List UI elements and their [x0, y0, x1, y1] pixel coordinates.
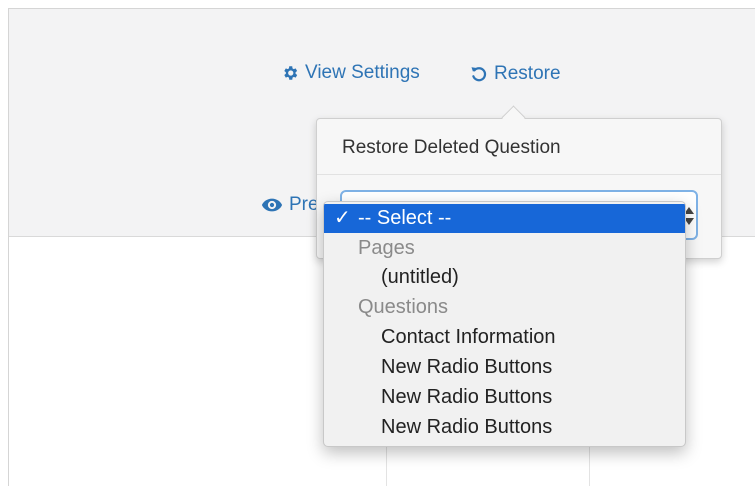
select-option-placeholder[interactable]: ✓ -- Select --: [324, 204, 685, 233]
option-label: New Radio Buttons: [381, 416, 553, 438]
select-option-new-radio-buttons[interactable]: New Radio Buttons: [324, 352, 685, 382]
restore-label: Restore: [494, 63, 561, 84]
select-option-untitled[interactable]: (untitled): [324, 262, 685, 292]
view-settings-link[interactable]: View Settings: [281, 62, 420, 84]
select-option-contact-information[interactable]: Contact Information: [324, 322, 685, 352]
optgroup-pages: Pages: [324, 233, 685, 263]
optgroup-label: Questions: [358, 296, 449, 318]
select-dropdown-menu: ✓ -- Select -- Pages (untitled) Question…: [323, 201, 686, 447]
option-label: Contact Information: [381, 326, 556, 348]
view-settings-label: View Settings: [305, 62, 420, 83]
gear-icon: [281, 64, 299, 82]
preview-link[interactable]: Pre: [261, 194, 319, 216]
optgroup-label: Pages: [358, 237, 415, 259]
preview-label: Pre: [289, 194, 319, 215]
popover-header: Restore Deleted Question: [317, 119, 721, 175]
restore-link[interactable]: Restore: [470, 63, 561, 85]
select-option-new-radio-buttons[interactable]: New Radio Buttons: [324, 382, 685, 412]
popover-title: Restore Deleted Question: [342, 137, 561, 158]
option-label: New Radio Buttons: [381, 356, 553, 378]
eye-icon: [261, 197, 283, 213]
option-label: New Radio Buttons: [381, 386, 553, 408]
select-option-new-radio-buttons[interactable]: New Radio Buttons: [324, 412, 685, 442]
option-label: -- Select --: [358, 207, 452, 229]
restore-icon: [470, 65, 488, 83]
option-label: (untitled): [381, 266, 459, 288]
checkmark-icon: ✓: [334, 207, 351, 229]
optgroup-questions: Questions: [324, 292, 685, 322]
